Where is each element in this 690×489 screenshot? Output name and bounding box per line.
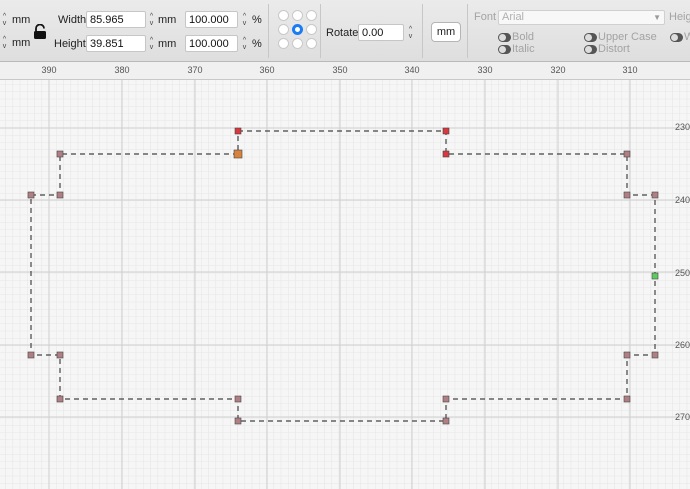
path-node[interactable] xyxy=(442,150,450,158)
top-ruler[interactable]: 390 380 370 360 350 340 330 320 310 xyxy=(0,62,690,80)
y-stepper[interactable]: ^ v xyxy=(0,35,9,51)
position-toolbar: ^ v mm ^ v mm Width 85.965 ^ v mm 100.000 ^… xyxy=(0,0,690,62)
path-node[interactable] xyxy=(234,127,242,135)
path-node[interactable] xyxy=(442,395,450,403)
height-input[interactable]: 39.851 xyxy=(86,35,146,52)
path-node[interactable] xyxy=(27,351,35,359)
path-node[interactable] xyxy=(623,395,631,403)
path-node[interactable] xyxy=(651,272,659,280)
path-node[interactable] xyxy=(27,191,35,199)
anchor-bottom-right[interactable] xyxy=(306,38,317,49)
ruler-label: 360 xyxy=(259,65,275,75)
italic-toggle[interactable] xyxy=(498,45,511,54)
width-stepper[interactable]: ^ v xyxy=(147,12,156,28)
distort-toggle[interactable] xyxy=(584,45,597,54)
path-node[interactable] xyxy=(56,351,64,359)
path-node[interactable] xyxy=(623,191,631,199)
upper-case-label: Upper Case xyxy=(598,31,657,43)
rotate-input[interactable]: 0.00 xyxy=(358,24,404,41)
width-percent-unit: % xyxy=(252,14,262,26)
anchor-middle-left[interactable] xyxy=(278,24,289,35)
anchor-top-right[interactable] xyxy=(306,10,317,21)
path-node[interactable] xyxy=(56,191,64,199)
path-node[interactable] xyxy=(651,351,659,359)
path-node[interactable] xyxy=(651,191,659,199)
path-node[interactable] xyxy=(623,351,631,359)
side-ruler-label: 260 xyxy=(674,340,690,350)
width-percent-stepper[interactable]: ^ v xyxy=(240,12,249,28)
lock-icon[interactable] xyxy=(33,24,47,40)
side-ruler-label: 250 xyxy=(674,268,690,278)
width-input[interactable]: 85.965 xyxy=(86,11,146,28)
font-select-value: Arial xyxy=(502,11,525,23)
height-stepper[interactable]: ^ v xyxy=(147,36,156,52)
height-percent-stepper[interactable]: ^ v xyxy=(240,36,249,52)
font-label: Font xyxy=(474,11,497,23)
anchor-bottom-center[interactable] xyxy=(292,38,303,49)
side-ruler-label: 270 xyxy=(674,412,690,422)
font-select[interactable]: Arial ▼ xyxy=(498,10,665,25)
ruler-label: 380 xyxy=(114,65,130,75)
path-node[interactable] xyxy=(234,417,242,425)
anchor-top-center[interactable] xyxy=(292,10,303,21)
toolbar-divider xyxy=(467,4,468,58)
y-unit-label: mm xyxy=(12,37,31,49)
grid-lines xyxy=(0,80,690,489)
path-node[interactable] xyxy=(56,395,64,403)
italic-label: Italic xyxy=(512,43,535,55)
path-start-node[interactable] xyxy=(233,149,243,159)
rotate-label: Rotate xyxy=(326,27,359,39)
canvas-drawing[interactable] xyxy=(0,80,690,489)
ruler-label: 390 xyxy=(41,65,57,75)
ruler-label: 310 xyxy=(622,65,638,75)
path-node[interactable] xyxy=(623,150,631,158)
width-unit-label: mm xyxy=(158,14,177,26)
ruler-label: 350 xyxy=(332,65,348,75)
units-button[interactable]: mm xyxy=(431,22,461,42)
ruler-label: 330 xyxy=(477,65,493,75)
height-percent-input[interactable]: 100.000 xyxy=(185,35,238,52)
anchor-bottom-left[interactable] xyxy=(278,38,289,49)
anchor-point-selector xyxy=(277,9,319,51)
w-toggle[interactable] xyxy=(670,33,683,42)
design-canvas[interactable]: 230 240 250 260 270 xyxy=(0,80,690,489)
height-percent-unit: % xyxy=(252,38,262,50)
path-node[interactable] xyxy=(442,127,450,135)
shape-path[interactable] xyxy=(30,130,656,422)
chevron-down-icon: ▼ xyxy=(653,13,661,22)
path-node[interactable] xyxy=(442,417,450,425)
bold-toggle[interactable] xyxy=(498,33,511,42)
x-unit-label: mm xyxy=(12,14,31,26)
width-percent-input[interactable]: 100.000 xyxy=(185,11,238,28)
bold-label: Bold xyxy=(512,31,535,43)
width-label: Width xyxy=(58,14,87,26)
anchor-middle-right[interactable] xyxy=(306,24,317,35)
toolbar-divider xyxy=(422,4,423,58)
anchor-center[interactable] xyxy=(292,24,303,35)
upper-case-toggle[interactable] xyxy=(584,33,597,42)
height-unit-label: mm xyxy=(158,38,177,50)
height-label: Height xyxy=(54,38,86,50)
side-ruler-label: 240 xyxy=(674,195,690,205)
laser-editor-window: ^ v mm ^ v mm Width 85.965 ^ v mm 100.000 ^… xyxy=(0,0,690,489)
height-label-right: Heig xyxy=(669,11,690,23)
anchor-top-left[interactable] xyxy=(278,10,289,21)
ruler-label: 320 xyxy=(550,65,566,75)
toolbar-divider xyxy=(320,4,321,58)
ruler-label: 340 xyxy=(404,65,420,75)
distort-label: Distort xyxy=(598,43,630,55)
x-stepper[interactable]: ^ v xyxy=(0,12,9,28)
path-node[interactable] xyxy=(234,395,242,403)
toolbar-divider xyxy=(268,4,269,58)
rotate-stepper[interactable]: ^ v xyxy=(406,25,415,41)
path-node[interactable] xyxy=(56,150,64,158)
side-ruler-label: 230 xyxy=(674,122,690,132)
w-label: W xyxy=(684,31,690,43)
ruler-label: 370 xyxy=(187,65,203,75)
